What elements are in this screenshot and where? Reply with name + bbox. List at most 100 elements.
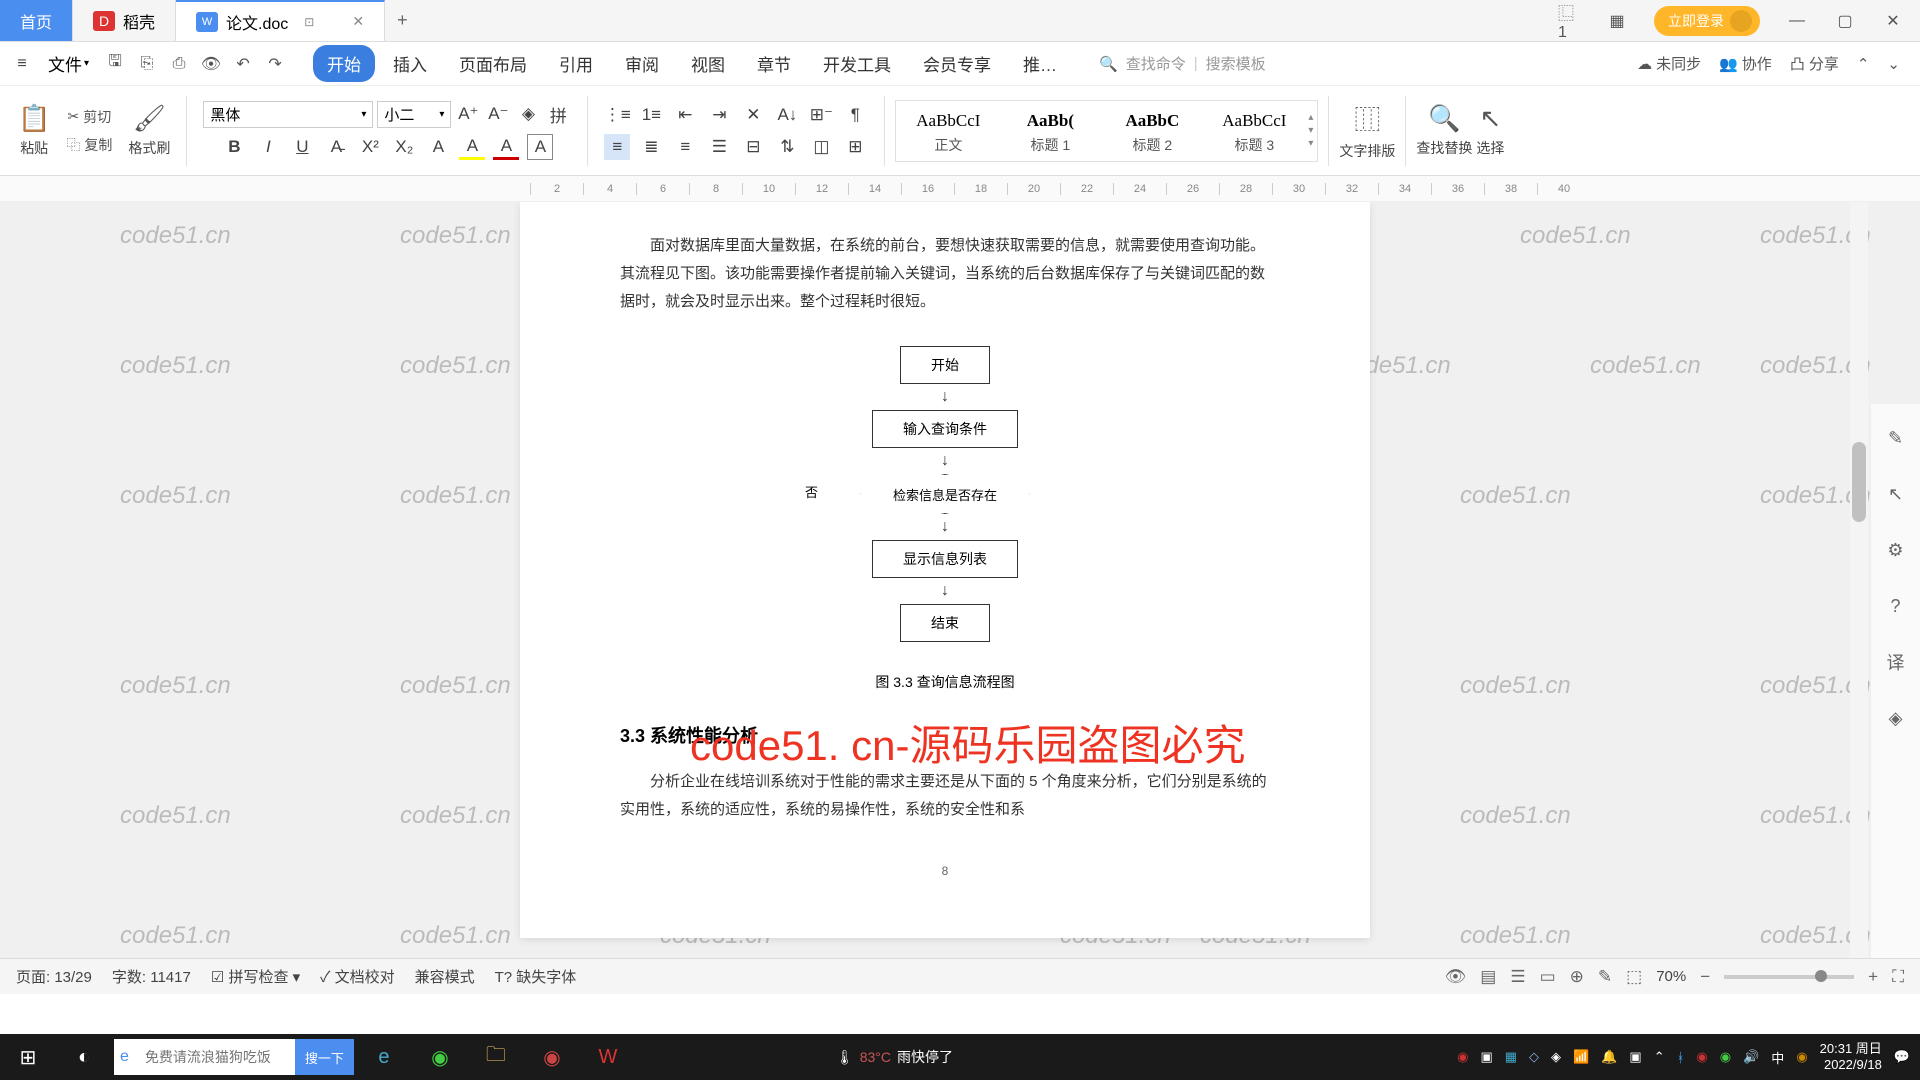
align-center-button[interactable]: ≣ xyxy=(638,134,664,160)
indent-inc-button[interactable]: ⇥ xyxy=(706,102,732,128)
tray-icon[interactable]: ◉ xyxy=(1796,1049,1807,1065)
font-grow-icon[interactable]: A⁺ xyxy=(455,101,481,127)
eye-icon[interactable]: 👁 xyxy=(1445,967,1467,987)
style-normal[interactable]: AaBbCcI正文 xyxy=(898,103,998,159)
align-left-button[interactable]: ≡ xyxy=(604,134,630,160)
align-dist-button[interactable]: ⊞⁻ xyxy=(808,102,834,128)
redo-icon[interactable]: ↷ xyxy=(261,50,289,78)
superscript-button[interactable]: X² xyxy=(357,134,383,160)
menu-chapter[interactable]: 章节 xyxy=(743,45,805,82)
start-button[interactable]: ⊞ xyxy=(0,1034,56,1080)
style-heading3[interactable]: AaBbCcI标题 3 xyxy=(1204,103,1304,159)
pin-icon[interactable]: ⊡ xyxy=(304,15,314,29)
compat-mode[interactable]: 兼容模式 xyxy=(415,966,475,987)
highlight-button[interactable]: A xyxy=(459,134,485,160)
ruler[interactable]: 246810121416182022242628303234363840 xyxy=(0,176,1920,202)
output-icon[interactable]: ⎘ xyxy=(133,50,161,78)
action-center-icon[interactable]: 💬 xyxy=(1894,1049,1910,1065)
strike-button[interactable]: A̵ xyxy=(323,134,349,160)
show-marks-button[interactable]: ¶ xyxy=(842,102,868,128)
menu-icon[interactable]: ≡ xyxy=(8,50,36,78)
undo-icon[interactable]: ↶ xyxy=(229,50,257,78)
format-painter-button[interactable]: 🖌格式刷 xyxy=(128,103,170,158)
clock[interactable]: 20:31 周日 2022/9/18 xyxy=(1820,1041,1882,1073)
page-indicator[interactable]: 页面: 13/29 xyxy=(16,966,92,987)
clear-format-icon[interactable]: ◈ xyxy=(515,101,541,127)
number-list-button[interactable]: 1≡ xyxy=(638,102,664,128)
preview-icon[interactable]: 👁 xyxy=(197,50,225,78)
taskbar-search-button[interactable]: 搜一下 xyxy=(295,1039,354,1075)
select-tool-icon[interactable]: ↖ xyxy=(1882,480,1910,508)
add-tab-button[interactable]: + xyxy=(385,0,420,41)
indent-dec-button[interactable]: ⇤ xyxy=(672,102,698,128)
weather-widget[interactable]: 🌡 83°C 雨快停了 xyxy=(836,1047,953,1067)
find-replace-button[interactable]: 🔍查找替换 xyxy=(1416,103,1472,158)
phonetic-icon[interactable]: 拼 xyxy=(545,101,571,127)
align-right-button[interactable]: ≡ xyxy=(672,134,698,160)
translate-icon[interactable]: 译 xyxy=(1882,648,1910,676)
border-button[interactable]: ⊞ xyxy=(842,134,868,160)
page-view-icon[interactable]: ▤ xyxy=(1480,967,1496,987)
notification-icon[interactable]: 🔔 xyxy=(1601,1049,1617,1065)
copy-button[interactable]: ⿻复制 xyxy=(66,135,112,155)
style-heading2[interactable]: AaBbC标题 2 xyxy=(1102,103,1202,159)
font-shrink-icon[interactable]: A⁻ xyxy=(485,101,511,127)
ie-app-icon[interactable]: e xyxy=(356,1034,412,1080)
char-border-button[interactable]: A xyxy=(527,134,553,160)
style-down-icon[interactable]: ▾ xyxy=(1308,125,1313,136)
menu-review[interactable]: 审阅 xyxy=(611,45,673,82)
sort-button[interactable]: A↓ xyxy=(774,102,800,128)
search-command-input[interactable]: 查找命令 xyxy=(1126,53,1186,74)
file-menu[interactable]: 文件 ▾ xyxy=(40,47,97,80)
save-icon[interactable]: 🖫 xyxy=(101,50,129,78)
zoom-in-icon[interactable]: + xyxy=(1868,967,1878,987)
style-up-icon[interactable]: ▴ xyxy=(1308,112,1313,123)
subscript-button[interactable]: X₂ xyxy=(391,134,417,160)
italic-button[interactable]: I xyxy=(255,134,281,160)
menu-page-layout[interactable]: 页面布局 xyxy=(445,45,541,82)
bluetooth-icon[interactable]: ᚼ xyxy=(1677,1050,1685,1065)
menu-start[interactable]: 开始 xyxy=(313,45,375,82)
menu-more[interactable]: 推… xyxy=(1009,45,1071,82)
zoom-slider[interactable] xyxy=(1724,975,1854,979)
zoom-out-icon[interactable]: − xyxy=(1700,967,1710,987)
bullet-list-button[interactable]: ⋮≡ xyxy=(604,102,630,128)
zoom-level[interactable]: 70% xyxy=(1656,968,1686,985)
explorer-app-icon[interactable]: 🗀 xyxy=(468,1034,524,1080)
pen-tool-icon[interactable]: ✎ xyxy=(1882,424,1910,452)
menu-view[interactable]: 视图 xyxy=(677,45,739,82)
fullscreen-icon[interactable]: ⛶ xyxy=(1892,967,1904,987)
menu-member[interactable]: 会员专享 xyxy=(909,45,1005,82)
wifi-icon[interactable]: 📶 xyxy=(1573,1049,1589,1065)
align-distribute-button[interactable]: ⊟ xyxy=(740,134,766,160)
location-icon[interactable]: ◈ xyxy=(1882,704,1910,732)
reading-view-icon[interactable]: ▭ xyxy=(1540,967,1556,987)
outline-view-icon[interactable]: ☰ xyxy=(1510,967,1525,987)
word-count[interactable]: 字数: 11417 xyxy=(112,966,191,987)
paste-button[interactable]: 📋粘贴 xyxy=(18,103,50,158)
text-direction-button[interactable]: ✕ xyxy=(740,102,766,128)
search-template-input[interactable]: 搜索模板 xyxy=(1206,53,1266,74)
expand-ribbon-icon[interactable]: ⌄ xyxy=(1887,55,1900,73)
tray-icon[interactable]: ◉ xyxy=(1720,1049,1731,1065)
close-tab-icon[interactable]: ✕ xyxy=(352,13,364,30)
text-layout-button[interactable]: ⿲文字排版 xyxy=(1339,100,1395,161)
scrollbar-thumb[interactable] xyxy=(1852,442,1866,522)
underline-button[interactable]: U xyxy=(289,134,315,160)
tray-icon[interactable]: ◉ xyxy=(1457,1049,1468,1065)
tab-document[interactable]: W 论文.doc ⊡ ✕ xyxy=(176,0,385,41)
tray-icon[interactable]: ◈ xyxy=(1551,1049,1561,1065)
help-icon[interactable]: ? xyxy=(1882,592,1910,620)
tray-icon[interactable]: ▣ xyxy=(1480,1049,1492,1065)
spell-check[interactable]: ☑ 拼写检查 ▾ xyxy=(211,966,300,987)
style-more-icon[interactable]: ▾ xyxy=(1308,138,1313,149)
taskbar-search-input[interactable] xyxy=(135,1049,295,1065)
bold-button[interactable]: B xyxy=(221,134,247,160)
font-name-select[interactable]: 黑体▾ xyxy=(203,101,373,128)
close-window-icon[interactable]: ✕ xyxy=(1882,10,1904,32)
wps-app-icon[interactable]: W xyxy=(580,1034,636,1080)
web-view-icon[interactable]: ⊕ xyxy=(1570,967,1584,987)
line-spacing-button[interactable]: ⇅ xyxy=(774,134,800,160)
minimize-icon[interactable]: — xyxy=(1786,10,1808,32)
app-icon[interactable]: ◉ xyxy=(524,1034,580,1080)
